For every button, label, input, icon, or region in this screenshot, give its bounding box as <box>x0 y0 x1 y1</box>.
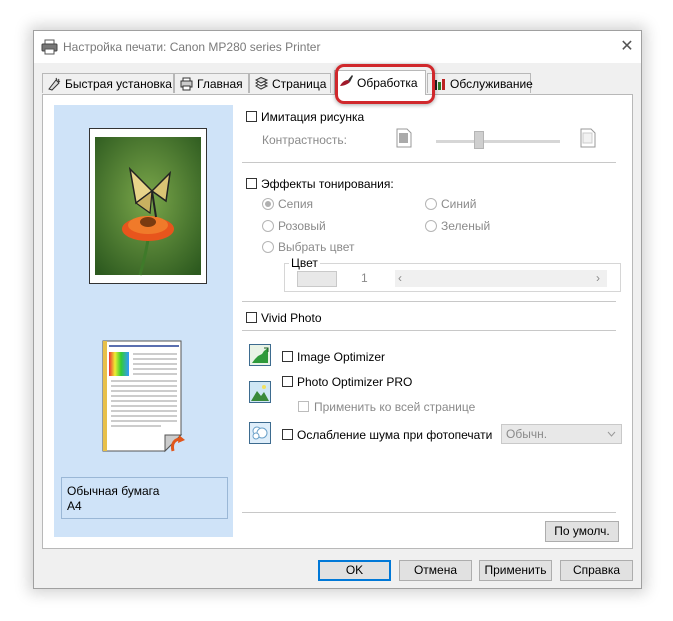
low-contrast-icon <box>396 128 412 148</box>
image-optimizer-label: Image Optimizer <box>297 350 386 364</box>
noise-reduction-label: Ослабление шума при фотопечати <box>297 428 493 442</box>
pink-label: Розовый <box>278 219 326 233</box>
pink-radio[interactable] <box>262 220 274 232</box>
toning-effects-checkbox[interactable] <box>246 178 257 189</box>
defaults-button[interactable]: По умолч. <box>545 521 619 542</box>
tab-quick-setup[interactable]: Быстрая установка <box>42 73 174 93</box>
tab-label: Главная <box>197 77 243 91</box>
sepia-radio[interactable] <box>262 198 274 210</box>
separator <box>242 162 616 163</box>
apply-button[interactable]: Применить <box>479 560 552 581</box>
page-icon <box>254 77 269 90</box>
color-swatch <box>297 271 337 287</box>
vivid-photo-label: Vivid Photo <box>261 311 322 325</box>
print-settings-window: Настройка печати: Canon MP280 series Pri… <box>33 30 642 589</box>
photo-optimizer-label: Photo Optimizer PRO <box>297 375 413 389</box>
blue-radio[interactable] <box>425 198 437 210</box>
chevron-down-icon <box>607 431 616 437</box>
apply-all-page-label: Применить ко всей странице <box>314 400 476 414</box>
noise-reduction-icon <box>249 422 271 444</box>
contrast-slider-thumb[interactable] <box>474 131 484 149</box>
tab-page[interactable]: Страница <box>249 73 331 93</box>
chevron-left-icon[interactable]: ‹ <box>398 271 402 285</box>
color-group-label: Цвет <box>289 256 320 270</box>
color-scrollbar[interactable] <box>395 270 607 287</box>
high-contrast-icon <box>580 128 596 148</box>
ok-button[interactable]: OK <box>318 560 391 581</box>
tab-effects[interactable]: Обработка <box>334 70 426 95</box>
paper-size-text: A4 <box>67 499 82 513</box>
main-icon <box>180 77 193 91</box>
tab-label: Быстрая установка <box>65 77 172 91</box>
separator <box>242 512 616 513</box>
effects-icon <box>340 75 353 86</box>
simulate-illustration-checkbox[interactable] <box>246 111 257 122</box>
blue-label: Синий <box>441 197 477 211</box>
green-radio[interactable] <box>425 220 437 232</box>
tab-maintenance[interactable]: Обслуживание <box>427 73 533 93</box>
maintenance-icon <box>434 79 445 90</box>
separator <box>242 301 616 302</box>
effect-preview-image <box>89 128 207 284</box>
paper-type-text: Обычная бумага <box>67 484 160 498</box>
tab-main[interactable]: Главная <box>174 73 249 93</box>
printer-icon <box>41 39 58 55</box>
image-optimizer-checkbox[interactable] <box>282 351 293 362</box>
simulate-illustration-label: Имитация рисунка <box>261 110 365 124</box>
photo-optimizer-icon <box>249 381 271 403</box>
noise-reduction-checkbox[interactable] <box>282 429 293 440</box>
contrast-slider-track[interactable] <box>436 140 560 143</box>
contrast-label: Контрастность: <box>262 133 348 147</box>
noise-level-dropdown[interactable]: Обычн. <box>501 424 622 444</box>
sepia-label: Сепия <box>278 197 314 211</box>
vivid-photo-checkbox[interactable] <box>246 312 257 323</box>
apply-all-page-checkbox[interactable] <box>298 401 309 412</box>
image-optimizer-icon <box>249 344 271 366</box>
select-color-label: Выбрать цвет <box>278 240 355 254</box>
paper-info-box: Обычная бумага A4 <box>61 477 228 519</box>
select-color-radio[interactable] <box>262 241 274 253</box>
tab-label: Обработка <box>357 76 418 90</box>
separator <box>242 330 616 331</box>
green-label: Зеленый <box>441 219 491 233</box>
tab-label: Обслуживание <box>450 77 533 91</box>
title-bar: Настройка печати: Canon MP280 series Pri… <box>34 31 641 63</box>
help-button[interactable]: Справка <box>560 560 633 581</box>
window-title: Настройка печати: Canon MP280 series Pri… <box>63 40 321 54</box>
toning-effects-label: Эффекты тонирования: <box>261 177 394 191</box>
tab-label: Страница <box>272 77 327 91</box>
quick-setup-icon <box>48 77 61 91</box>
noise-level-value: Обычн. <box>506 427 548 441</box>
chevron-right-icon[interactable]: › <box>596 271 600 285</box>
paper-layout-icon <box>101 339 185 455</box>
close-icon[interactable]: ✕ <box>617 37 637 57</box>
color-value: 1 <box>361 271 368 285</box>
cancel-button[interactable]: Отмена <box>399 560 472 581</box>
photo-optimizer-checkbox[interactable] <box>282 376 293 387</box>
